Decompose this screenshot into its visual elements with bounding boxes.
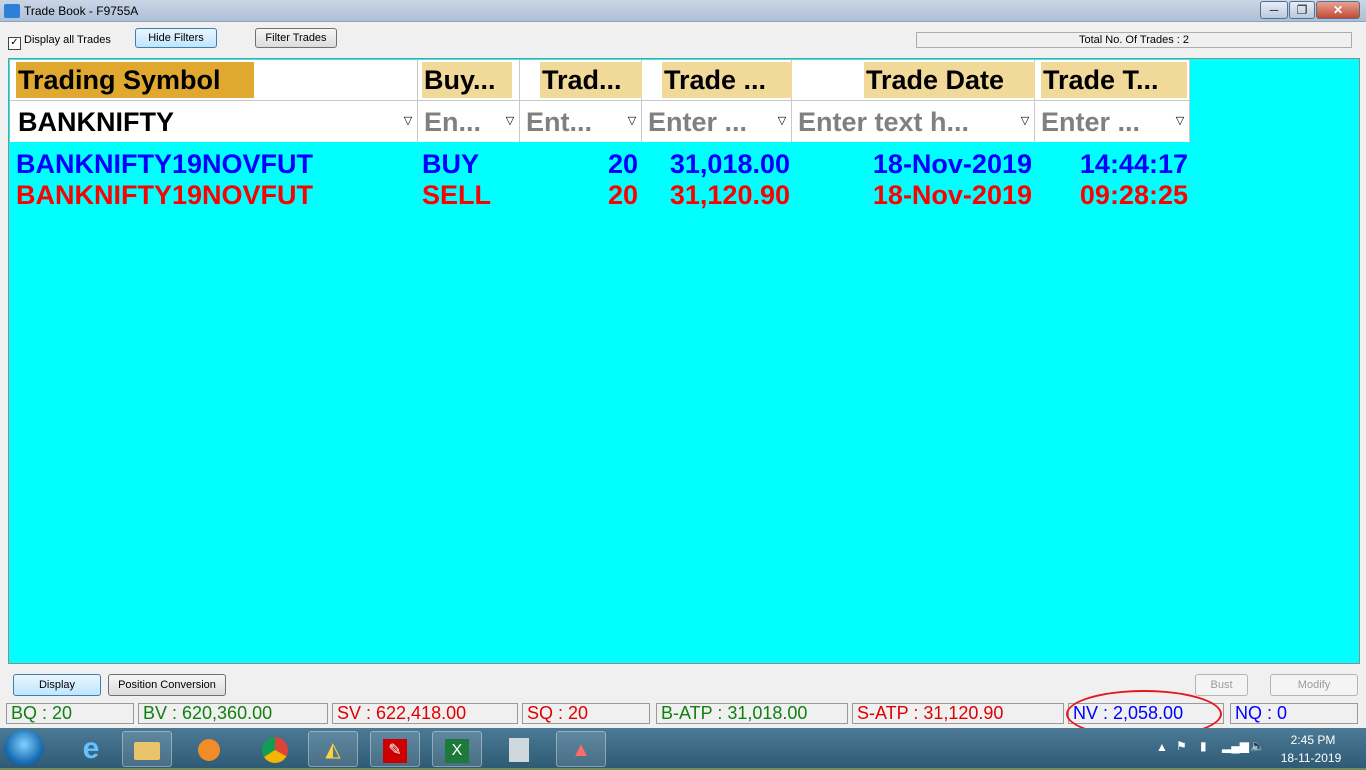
media-player-icon[interactable] [184,731,234,767]
column-header-label: Buy... [422,62,512,98]
total-trades-count: Total No. Of Trades : 2 [916,32,1352,48]
action-center-icon[interactable]: ⚑ [1176,739,1187,753]
row-1-date[interactable]: 18-Nov-2019 [800,149,1032,179]
status-buy-atp: B-ATP : 31,018.00 [656,703,848,724]
position-conversion-button[interactable]: Position Conversion [108,674,226,696]
internet-explorer-icon[interactable]: e [66,731,116,767]
hide-filters-button[interactable]: Hide Filters [135,28,217,48]
trading-app-icon[interactable]: ◭ [308,731,358,767]
volume-icon[interactable]: 🔈 [1250,739,1265,753]
filter-funnel-icon[interactable]: ▽ [1174,115,1186,127]
column-header-trading-symbol[interactable]: Trading Symbol [10,60,418,100]
file-explorer-icon[interactable] [122,731,172,767]
row-1-side[interactable]: BUY [422,149,479,179]
status-buy-qty: BQ : 20 [6,703,134,724]
column-header-trade-qty[interactable]: Trad... [520,60,642,100]
row-1-price[interactable]: 31,018.00 [644,149,790,179]
title-bar[interactable] [0,0,1366,22]
column-header-trade-price[interactable]: Trade ... [642,60,792,100]
close-button[interactable]: ✕ [1316,1,1360,19]
filter-cell-trade-qty[interactable]: Ent... ▽ [520,100,642,142]
triangle-app-icon[interactable]: ▲ [556,731,606,767]
maximize-button[interactable]: ❐ [1289,1,1315,19]
show-hidden-icons-icon[interactable]: ▲ [1156,740,1168,754]
app-icon [4,4,20,18]
row-2-price[interactable]: 31,120.90 [644,180,790,210]
filter-funnel-icon[interactable]: ▽ [626,115,638,127]
column-header-label: Trade T... [1041,62,1187,98]
column-header-buy-sell[interactable]: Buy... [418,60,520,100]
filter-cell-trading-symbol[interactable]: BANKNIFTY ▽ [10,100,418,142]
column-header-label: Trade ... [662,62,792,98]
filter-funnel-icon[interactable]: ▽ [402,115,414,127]
column-header-label: Trading Symbol [16,62,254,98]
filter-funnel-icon[interactable]: ▽ [776,115,788,127]
column-header-label: Trade Date [864,62,1035,98]
filter-cell-trade-time[interactable]: Enter ... ▽ [1035,100,1190,142]
status-buy-value: BV : 620,360.00 [138,703,328,724]
minimize-button[interactable]: ─ [1260,1,1288,19]
filter-input-buy-sell[interactable]: En... [424,105,494,139]
pdf-reader-icon[interactable]: ✎ [370,731,420,767]
display-button[interactable]: Display [13,674,101,696]
row-2-symbol[interactable]: BANKNIFTY19NOVFUT [16,180,313,210]
bust-button[interactable]: Bust [1195,674,1248,696]
status-sell-value: SV : 622,418.00 [332,703,518,724]
network-icon[interactable]: ▂▄▆ [1222,739,1249,753]
row-2-date[interactable]: 18-Nov-2019 [800,180,1032,210]
filter-input-trade-time[interactable]: Enter ... [1041,105,1161,139]
filter-cell-trade-price[interactable]: Enter ... ▽ [642,100,792,142]
status-net-qty: NQ : 0 [1230,703,1358,724]
status-sell-qty: SQ : 20 [522,703,650,724]
start-button[interactable] [4,730,44,766]
row-1-qty[interactable]: 20 [570,149,638,179]
excel-icon[interactable]: X [432,731,482,767]
column-header-label: Trad... [540,62,642,98]
filter-input-trade-price[interactable]: Enter ... [648,105,766,139]
row-2-qty[interactable]: 20 [570,180,638,210]
row-1-symbol[interactable]: BANKNIFTY19NOVFUT [16,149,313,179]
row-2-time[interactable]: 09:28:25 [1040,180,1188,210]
status-sell-atp: S-ATP : 31,120.90 [852,703,1064,724]
row-1-time[interactable]: 14:44:17 [1040,149,1188,179]
column-header-trade-date[interactable]: Trade Date [792,60,1035,100]
modify-button[interactable]: Modify [1270,674,1358,696]
calculator-icon[interactable] [494,731,544,767]
filter-input-trade-qty[interactable]: Ent... [526,105,608,139]
filter-cell-buy-sell[interactable]: En... ▽ [418,100,520,142]
filter-trades-button[interactable]: Filter Trades [255,28,337,48]
clock-time[interactable]: 2:45 PM [1280,733,1346,747]
filter-funnel-icon[interactable]: ▽ [504,115,516,127]
column-header-trade-time[interactable]: Trade T... [1035,60,1190,100]
display-all-trades-label: Display all Trades [24,34,111,46]
clock-date[interactable]: 18-11-2019 [1276,751,1346,765]
filter-input-trade-date[interactable]: Enter text h... [798,105,1004,139]
window-title: Trade Book - F9755A [24,4,139,18]
filter-funnel-icon[interactable]: ▽ [1019,115,1031,127]
display-all-trades-checkbox[interactable]: ✓ Display all Trades [8,34,111,50]
chrome-icon[interactable] [250,731,300,767]
filter-input-trading-symbol[interactable]: BANKNIFTY [18,105,198,139]
power-icon[interactable]: ▮ [1200,739,1207,753]
filter-cell-trade-date[interactable]: Enter text h... ▽ [792,100,1035,142]
checkbox-check-icon[interactable]: ✓ [8,37,21,50]
row-2-side[interactable]: SELL [422,180,491,210]
